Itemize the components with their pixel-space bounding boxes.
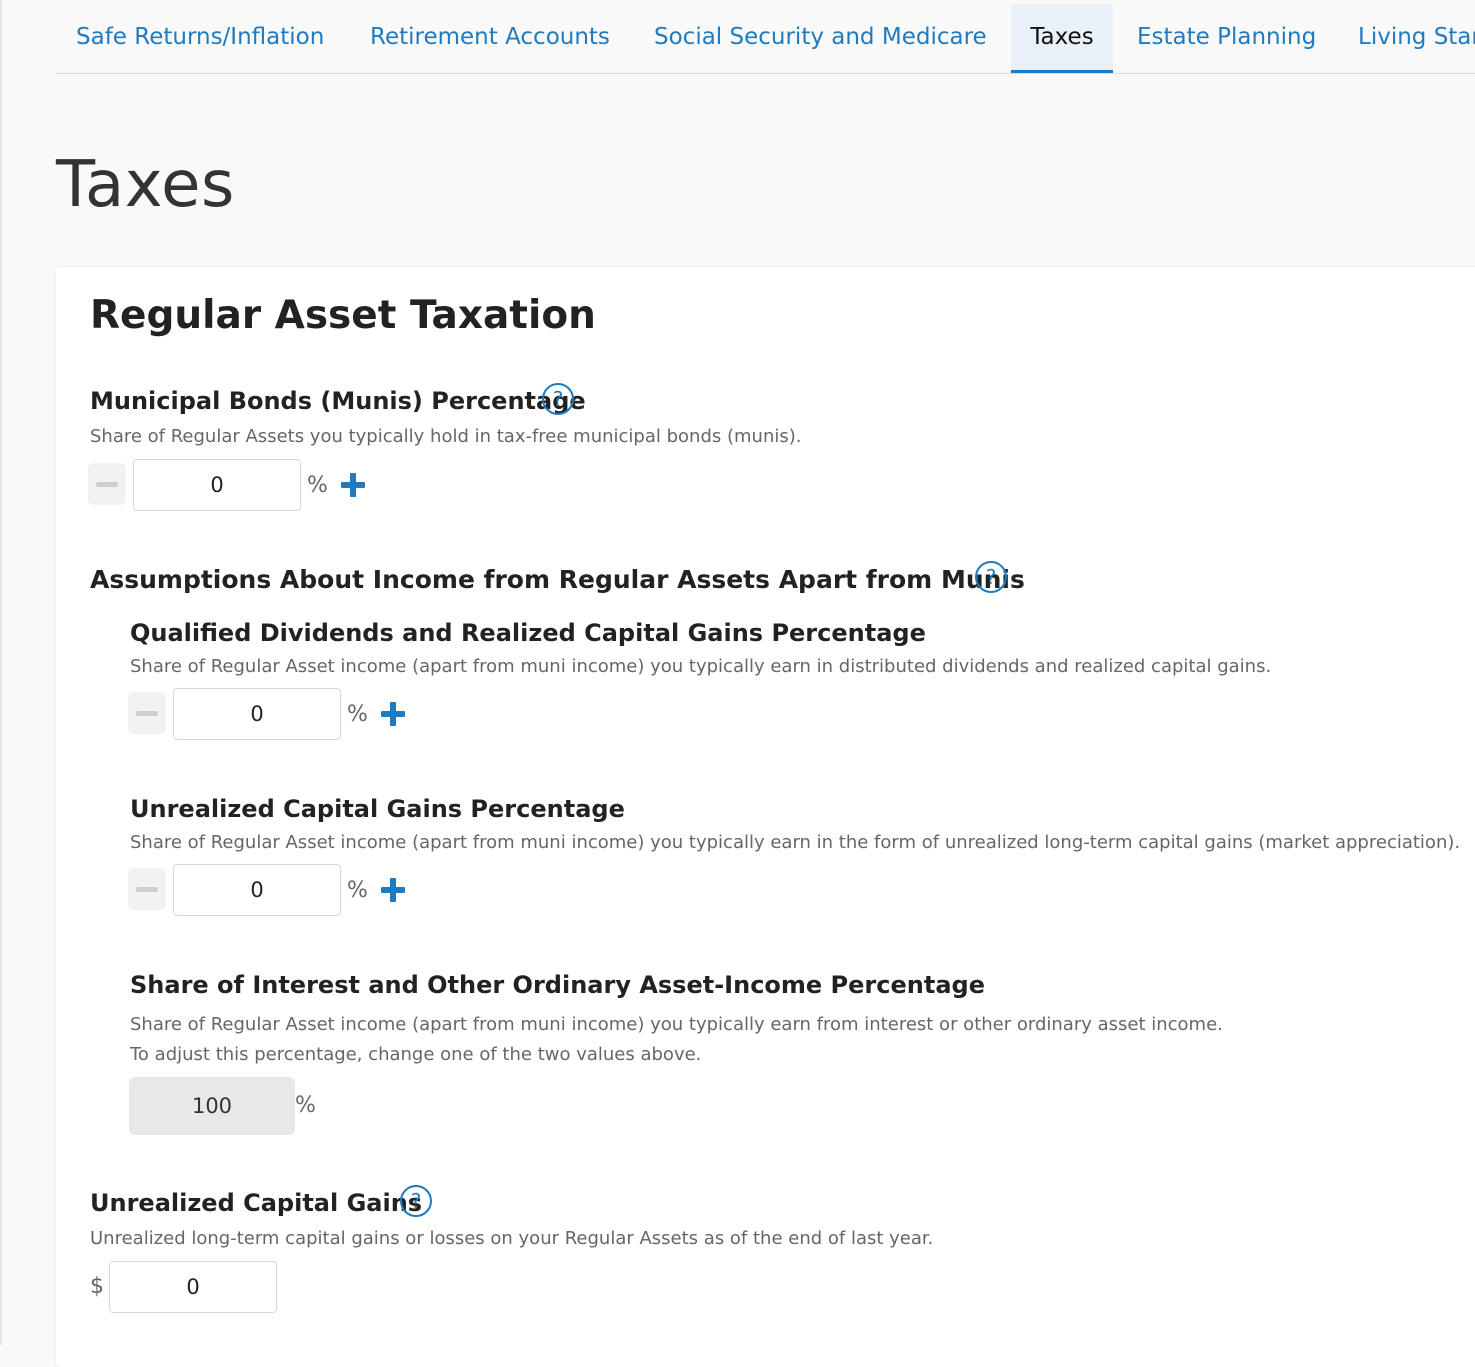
regular-asset-taxation-card: Regular Asset Taxation Municipal Bonds (… <box>56 267 1475 1367</box>
unrealized-pct-description: Share of Regular Asset income (apart fro… <box>130 832 1461 853</box>
interest-description: Share of Regular Asset income (apart fro… <box>130 1014 1223 1035</box>
assumptions-label: Assumptions About Income from Regular As… <box>90 565 1025 594</box>
unrealized-pct-decrement-button[interactable] <box>128 868 166 910</box>
page-title: Taxes <box>56 148 235 222</box>
tab-living-standard[interactable]: Living Star <box>1358 4 1475 73</box>
munis-label: Municipal Bonds (Munis) Percentage <box>90 387 586 415</box>
unrealized-gains-label: Unrealized Capital Gains <box>90 1189 423 1217</box>
qualified-increment-button[interactable] <box>381 702 405 726</box>
interest-label: Share of Interest and Other Ordinary Ass… <box>130 971 985 999</box>
tab-bar: Safe Returns/Inflation Retirement Accoun… <box>56 0 1475 74</box>
page-left-border <box>0 0 2 1345</box>
qualified-dividends-description: Share of Regular Asset income (apart fro… <box>130 656 1272 677</box>
interest-adjust-note: To adjust this percentage, change one of… <box>130 1044 702 1065</box>
munis-description: Share of Regular Assets you typically ho… <box>90 426 802 447</box>
munis-unit: % <box>307 473 328 498</box>
tab-retirement-accounts[interactable]: Retirement Accounts <box>370 4 610 73</box>
card-title: Regular Asset Taxation <box>90 293 596 338</box>
qualified-unit: % <box>347 702 368 727</box>
munis-help-icon[interactable]: ? <box>542 383 574 415</box>
unrealized-gains-description: Unrealized long-term capital gains or lo… <box>90 1228 934 1249</box>
qualified-dividends-label: Qualified Dividends and Realized Capital… <box>130 619 926 647</box>
assumptions-help-icon[interactable]: ? <box>975 561 1007 593</box>
unrealized-gains-input[interactable]: 0 <box>109 1261 277 1313</box>
interest-unit: % <box>295 1093 316 1118</box>
qualified-decrement-button[interactable] <box>128 692 166 734</box>
unrealized-pct-input[interactable]: 0 <box>173 864 341 916</box>
unrealized-pct-increment-button[interactable] <box>381 878 405 902</box>
unrealized-gains-help-icon[interactable]: ? <box>400 1185 432 1217</box>
tab-safe-returns-inflation[interactable]: Safe Returns/Inflation <box>76 4 324 73</box>
munis-percentage-input[interactable]: 0 <box>133 459 301 511</box>
munis-increment-button[interactable] <box>341 473 365 497</box>
currency-symbol: $ <box>90 1274 104 1299</box>
tab-taxes[interactable]: Taxes <box>1011 4 1113 73</box>
unrealized-pct-label: Unrealized Capital Gains Percentage <box>130 795 625 823</box>
qualified-percentage-input[interactable]: 0 <box>173 688 341 740</box>
tab-social-security-medicare[interactable]: Social Security and Medicare <box>654 4 987 73</box>
tab-estate-planning[interactable]: Estate Planning <box>1137 4 1316 73</box>
interest-percentage-readonly: 100 <box>129 1077 295 1135</box>
munis-decrement-button[interactable] <box>88 463 126 505</box>
unrealized-pct-unit: % <box>347 878 368 903</box>
